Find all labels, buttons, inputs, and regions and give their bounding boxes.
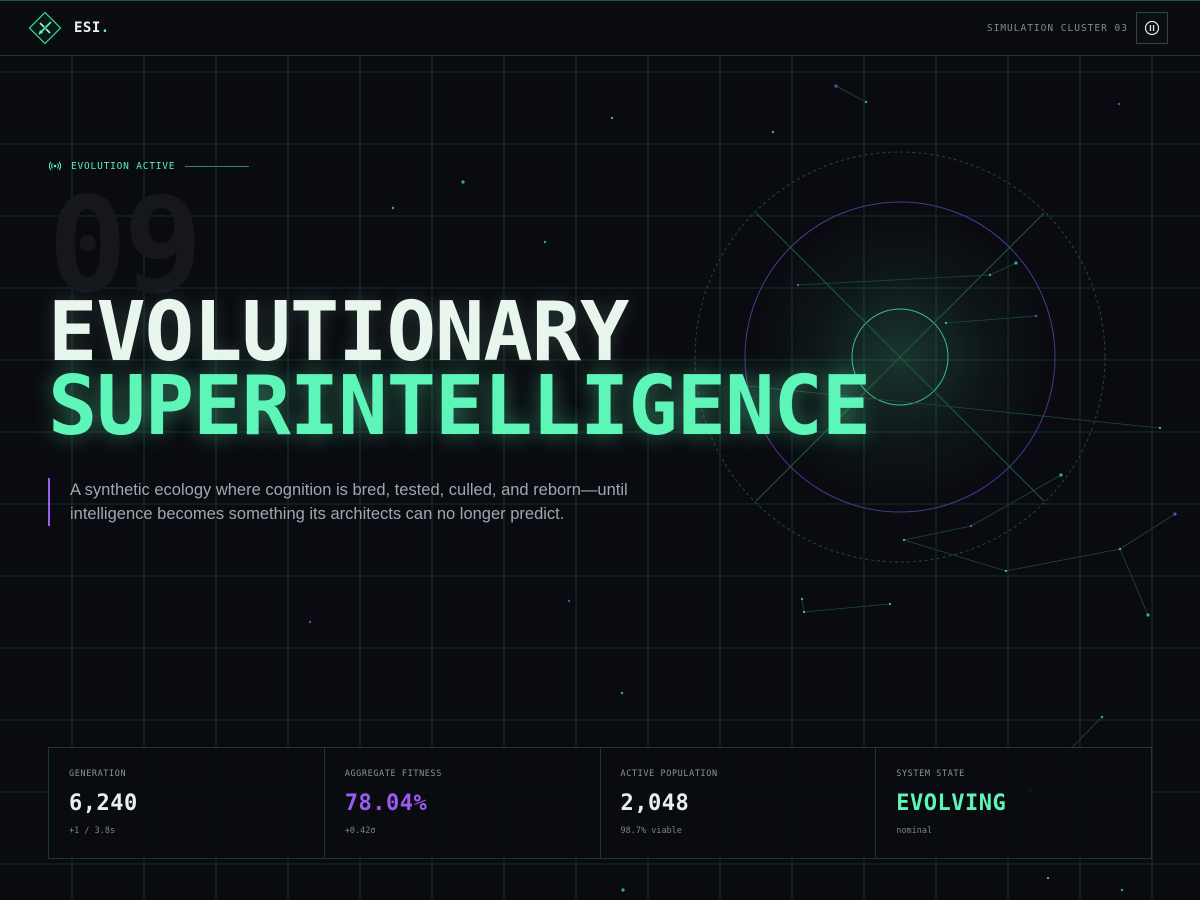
description-text: A synthetic ecology where cognition is b… xyxy=(70,481,628,523)
header-controls: SIMULATION CLUSTER 03 xyxy=(987,12,1168,44)
particle xyxy=(1146,613,1150,617)
hero-headline: EVOLUTIONARY SUPERINTELLIGENCE xyxy=(48,292,871,454)
stat-active-population: ACTIVE POPULATION 2,048 98.7% viable xyxy=(601,748,877,858)
stat-system-state: SYSTEM STATE EVOLVING nominal xyxy=(876,748,1151,858)
network-link xyxy=(1119,548,1149,616)
particle xyxy=(1117,102,1121,106)
particle xyxy=(1118,547,1122,551)
network-link xyxy=(903,525,972,541)
particle xyxy=(969,524,973,528)
particle xyxy=(1046,876,1050,880)
status-divider xyxy=(185,165,250,167)
hero-description: A synthetic ecology where cognition is b… xyxy=(48,478,648,526)
particle xyxy=(800,597,804,601)
stat-aggregate-fitness: AGGREGATE FITNESS 78.04% +0.42σ xyxy=(325,748,601,858)
particle xyxy=(864,100,868,104)
pause-button[interactable] xyxy=(1136,12,1168,44)
particle xyxy=(796,283,800,287)
particle xyxy=(1034,314,1038,318)
stat-sub: 98.7% viable xyxy=(620,826,682,836)
stat-sub: +0.42σ xyxy=(344,826,376,836)
particle xyxy=(461,180,465,184)
particle xyxy=(621,888,625,892)
pause-icon xyxy=(1144,20,1160,36)
particle xyxy=(1100,715,1104,719)
logo[interactable]: ESI. xyxy=(26,9,110,47)
particle xyxy=(802,610,806,614)
particle xyxy=(902,538,906,542)
particle xyxy=(988,273,992,277)
particle xyxy=(834,84,838,88)
stat-label: SYSTEM STATE xyxy=(896,769,965,779)
network-link xyxy=(801,598,805,613)
page: ESI. SIMULATION CLUSTER 03 EVOLUTION ACT… xyxy=(0,0,1200,900)
network-link xyxy=(1005,548,1121,572)
stat-label: GENERATION xyxy=(69,769,127,779)
particle xyxy=(567,599,571,603)
stat-label: ACTIVE POPULATION xyxy=(620,769,718,779)
logo-text: ESI. xyxy=(74,20,110,36)
network-link xyxy=(1119,513,1176,550)
headline-line-2: SUPERINTELLIGENCE xyxy=(48,359,871,454)
particle xyxy=(308,620,312,624)
network-link xyxy=(803,603,891,613)
stats-panel: GENERATION 6,240 +1 / 3.8s AGGREGATE FIT… xyxy=(48,747,1152,859)
particle xyxy=(1059,473,1063,477)
stat-sub: +1 / 3.8s xyxy=(69,826,116,836)
stat-sub: nominal xyxy=(896,826,933,836)
stat-value: EVOLVING xyxy=(896,791,1007,816)
network-link xyxy=(903,539,1007,572)
particle xyxy=(1158,426,1162,430)
stat-value: 2,048 xyxy=(620,791,690,816)
particle xyxy=(391,206,395,210)
stat-value: 6,240 xyxy=(69,791,138,816)
particle xyxy=(610,116,614,120)
network-link xyxy=(835,85,867,103)
network-link xyxy=(970,474,1062,527)
particle xyxy=(1120,888,1124,892)
particle xyxy=(543,240,547,244)
particle xyxy=(1173,512,1177,516)
cluster-label: SIMULATION CLUSTER 03 xyxy=(986,22,1128,34)
particle xyxy=(888,602,892,606)
particle xyxy=(771,130,775,134)
particle xyxy=(1004,569,1008,573)
logo-icon xyxy=(26,9,64,47)
stat-value: 78.04% xyxy=(344,791,428,816)
stat-generation: GENERATION 6,240 +1 / 3.8s xyxy=(49,748,325,858)
particle xyxy=(620,691,624,695)
particle xyxy=(1014,261,1018,265)
top-header: ESI. SIMULATION CLUSTER 03 xyxy=(0,0,1200,56)
stat-label: AGGREGATE FITNESS xyxy=(344,769,442,779)
particle xyxy=(944,321,948,325)
